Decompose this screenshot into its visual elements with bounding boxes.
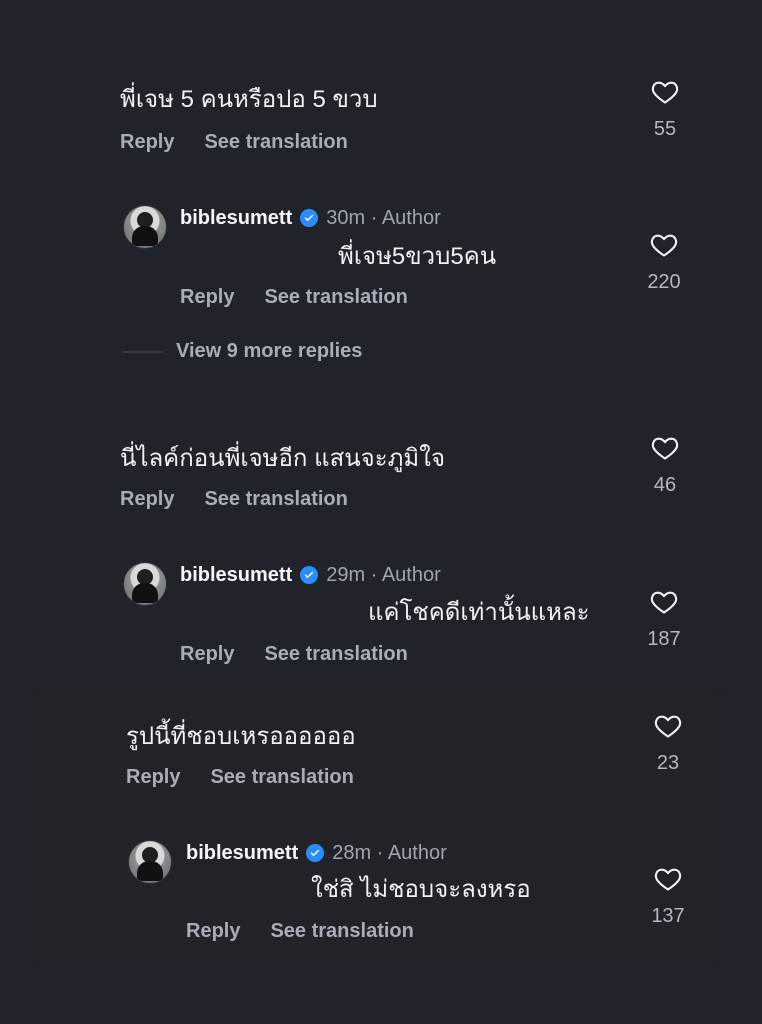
reply-text: แค่โชคดีเท่านั้นแหละ — [368, 599, 590, 626]
reply-meta: biblesumett 30m · Author — [180, 208, 441, 228]
see-translation-button[interactable]: See translation — [204, 489, 347, 509]
heart-icon[interactable] — [649, 588, 679, 616]
reply-text: พี่เจษ5ขวบ5คน — [338, 243, 497, 270]
reply-actions: Reply See translation — [186, 921, 414, 941]
like-count: 46 — [653, 474, 677, 496]
reply-meta: biblesumett 29m · Author — [180, 565, 441, 585]
heart-icon[interactable] — [653, 712, 683, 740]
see-translation-button[interactable]: See translation — [264, 287, 407, 307]
heart-icon[interactable] — [650, 78, 680, 106]
like-count: 137 — [651, 905, 685, 927]
heart-icon[interactable] — [650, 434, 680, 462]
comment-actions: Reply See translation — [120, 489, 348, 509]
reply-button[interactable]: Reply — [120, 489, 174, 509]
divider — [122, 350, 162, 353]
reply-button[interactable]: Reply — [120, 132, 174, 152]
see-translation-button[interactable]: See translation — [264, 644, 407, 664]
like-count: 55 — [653, 118, 677, 140]
username[interactable]: biblesumett — [180, 565, 292, 585]
reply-actions: Reply See translation — [180, 644, 408, 664]
see-translation-button[interactable]: See translation — [270, 921, 413, 941]
username[interactable]: biblesumett — [180, 208, 292, 228]
comment-text: พี่เจษ 5 คนหรือปอ 5 ขวบ — [120, 86, 378, 113]
username[interactable]: biblesumett — [186, 843, 298, 863]
verified-badge-icon — [300, 566, 319, 584]
verified-badge-icon — [300, 209, 319, 227]
like-count: 23 — [656, 752, 680, 774]
heart-icon[interactable] — [653, 865, 683, 893]
comment-actions: Reply See translation — [120, 132, 348, 152]
verified-badge-icon — [306, 844, 325, 862]
see-translation-button[interactable]: See translation — [210, 767, 353, 787]
timestamp: 29m · Author — [326, 564, 441, 586]
reply-meta: biblesumett 28m · Author — [186, 843, 447, 863]
reply-button[interactable]: Reply — [186, 921, 240, 941]
like-count: 220 — [647, 271, 681, 293]
avatar[interactable] — [123, 562, 167, 606]
comment-actions: Reply See translation — [126, 767, 354, 787]
timestamp: 30m · Author — [326, 207, 441, 229]
like-block: 46 — [640, 434, 690, 495]
timestamp: 28m · Author — [332, 842, 447, 864]
avatar[interactable] — [128, 840, 172, 884]
like-count: 187 — [647, 628, 681, 650]
like-block: 137 — [643, 865, 693, 926]
like-block: 23 — [643, 712, 693, 773]
like-block: 220 — [639, 231, 689, 292]
avatar[interactable] — [123, 205, 167, 249]
see-translation-button[interactable]: See translation — [204, 132, 347, 152]
comment-text: รูปนี้ที่ชอบเหรออออออ — [126, 723, 356, 750]
reply-button[interactable]: Reply — [180, 644, 234, 664]
reply-button[interactable]: Reply — [180, 287, 234, 307]
like-block: 187 — [639, 588, 689, 649]
reply-actions: Reply See translation — [180, 287, 408, 307]
view-more-replies-label[interactable]: View 9 more replies — [176, 340, 362, 363]
comment-text: นี่ไลค์ก่อนพี่เจษอีก แสนจะภูมิใจ — [120, 445, 446, 472]
view-more-replies[interactable]: View 9 more replies — [122, 340, 362, 363]
like-block: 55 — [640, 78, 690, 139]
reply-button[interactable]: Reply — [126, 767, 180, 787]
reply-text: ใช่สิ ไม่ชอบจะลงหรอ — [311, 876, 531, 903]
heart-icon[interactable] — [649, 231, 679, 259]
